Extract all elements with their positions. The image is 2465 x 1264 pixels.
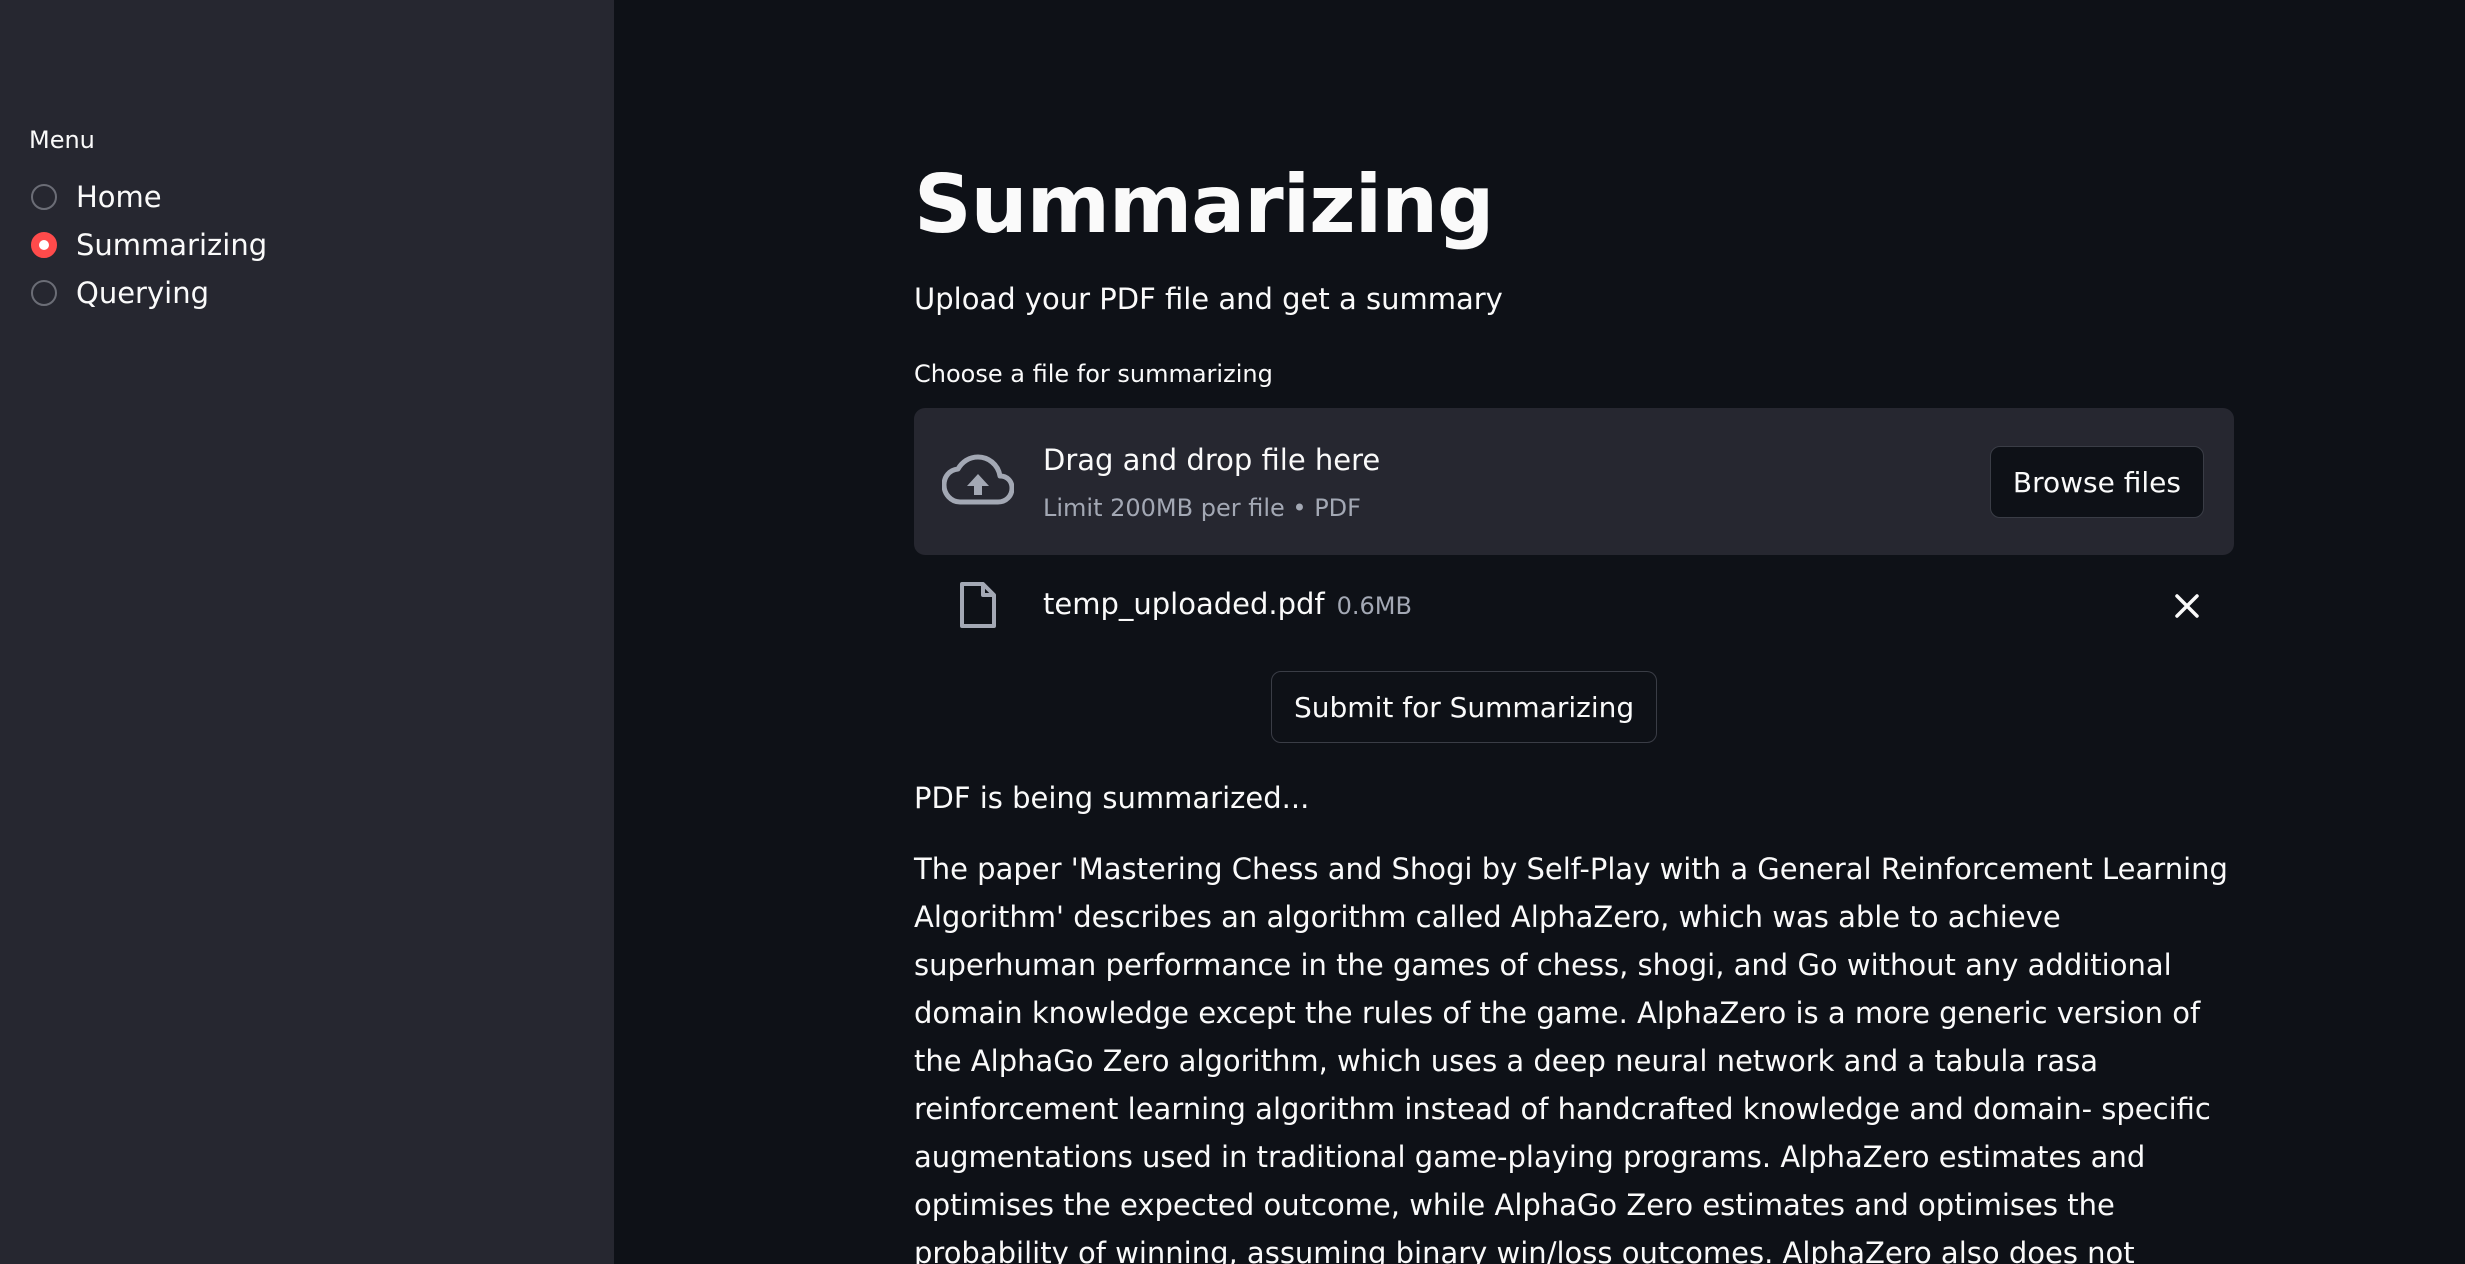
menu-item-querying[interactable]: Querying [31,269,267,317]
file-size: 0.6MB [1336,592,1412,620]
file-uploader-label: Choose a file for summarizing [914,360,1273,388]
menu-radio-group: Home Summarizing Querying [31,173,267,317]
cloud-upload-icon [942,454,1014,505]
menu-label: Menu [29,126,95,154]
radio-button-querying[interactable] [31,280,57,306]
radio-button-home[interactable] [31,184,57,210]
file-name-text: temp_uploaded.pdf [1043,587,1325,621]
sidebar: Menu Home Summarizing Querying [0,0,614,1264]
main-content: Summarizing Upload your PDF file and get… [614,0,2465,1264]
app-window: Menu Home Summarizing Querying Summarizi… [0,0,2465,1264]
uploaded-file-name: temp_uploaded.pdf 0.6MB [1043,587,1412,621]
radio-selected-dot [39,240,49,250]
submit-summarizing-button[interactable]: Submit for Summarizing [1271,671,1658,743]
uploaded-file-row: temp_uploaded.pdf 0.6MB [914,555,2234,671]
file-icon [960,582,996,628]
close-icon[interactable] [2172,591,2202,621]
menu-item-label: Summarizing [76,228,268,262]
content-column: Summarizing Upload your PDF file and get… [914,150,2234,1264]
menu-item-label: Home [76,180,162,214]
page-subtitle: Upload your PDF file and get a summary [914,282,1503,316]
dropzone-title: Drag and drop file here [1043,443,1381,477]
file-dropzone[interactable]: Drag and drop file here Limit 200MB per … [914,408,2234,555]
radio-button-summarizing[interactable] [31,232,57,258]
browse-files-button[interactable]: Browse files [1989,446,2204,518]
summary-text: The paper 'Mastering Chess and Shogi by … [914,852,2228,1264]
submit-container: Submit for Summarizing [914,671,2234,791]
dropzone-limit-text: Limit 200MB per file • PDF [1043,494,1361,522]
menu-item-label: Querying [76,276,209,310]
page-title: Summarizing [914,158,1494,251]
menu-item-summarizing[interactable]: Summarizing [31,221,267,269]
menu-item-home[interactable]: Home [31,173,267,221]
